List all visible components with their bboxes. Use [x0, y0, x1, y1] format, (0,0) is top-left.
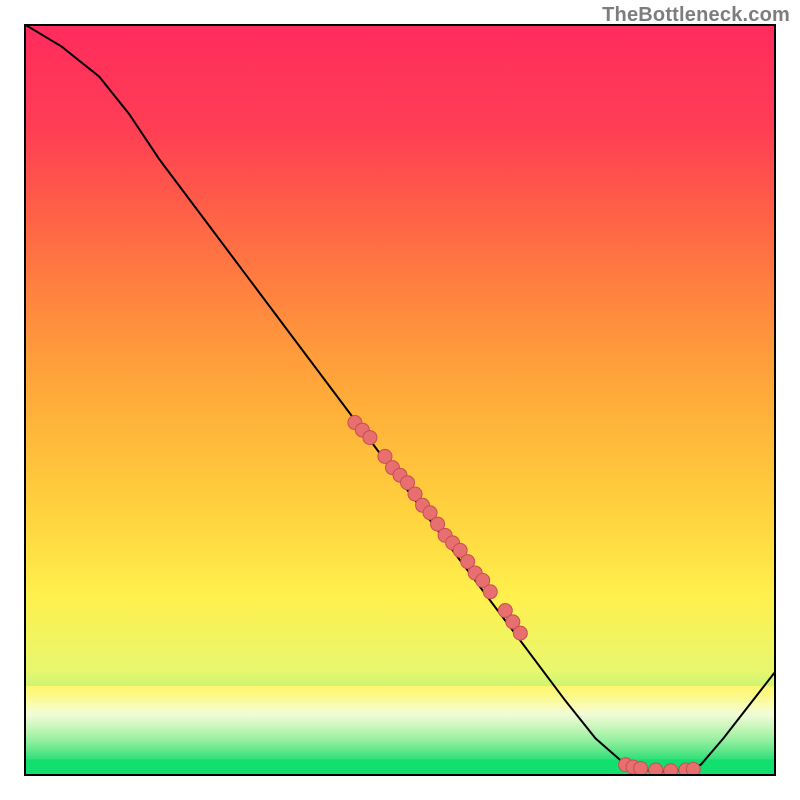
watermark-text: TheBottleneck.com [602, 4, 790, 27]
chart-stage: TheBottleneck.com [0, 0, 800, 800]
plot-gradient-background [24, 24, 776, 776]
